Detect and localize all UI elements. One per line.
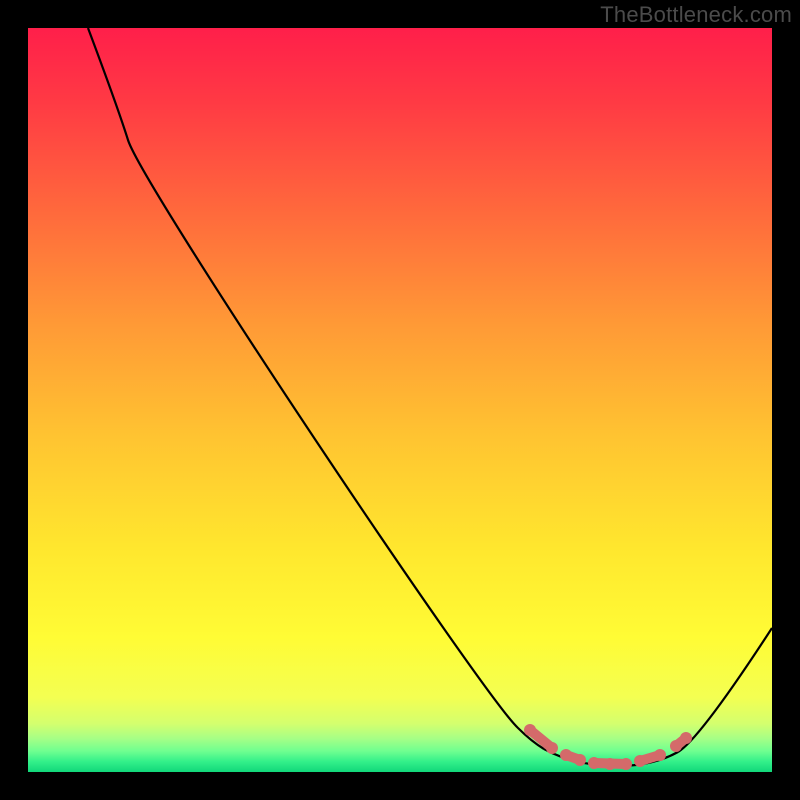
valley-dot: [634, 755, 646, 767]
bottleneck-chart: [28, 28, 772, 772]
valley-dot: [654, 749, 666, 761]
valley-dot: [670, 740, 682, 752]
chart-container: TheBottleneck.com: [0, 0, 800, 800]
valley-dot: [604, 758, 616, 770]
valley-dot: [680, 732, 692, 744]
valley-dot: [524, 724, 536, 736]
gradient-background: [28, 28, 772, 772]
valley-dot: [588, 757, 600, 769]
valley-dot: [620, 758, 632, 770]
watermark-text: TheBottleneck.com: [600, 2, 792, 28]
valley-dot: [546, 742, 558, 754]
valley-dot: [574, 754, 586, 766]
valley-dot: [560, 749, 572, 761]
